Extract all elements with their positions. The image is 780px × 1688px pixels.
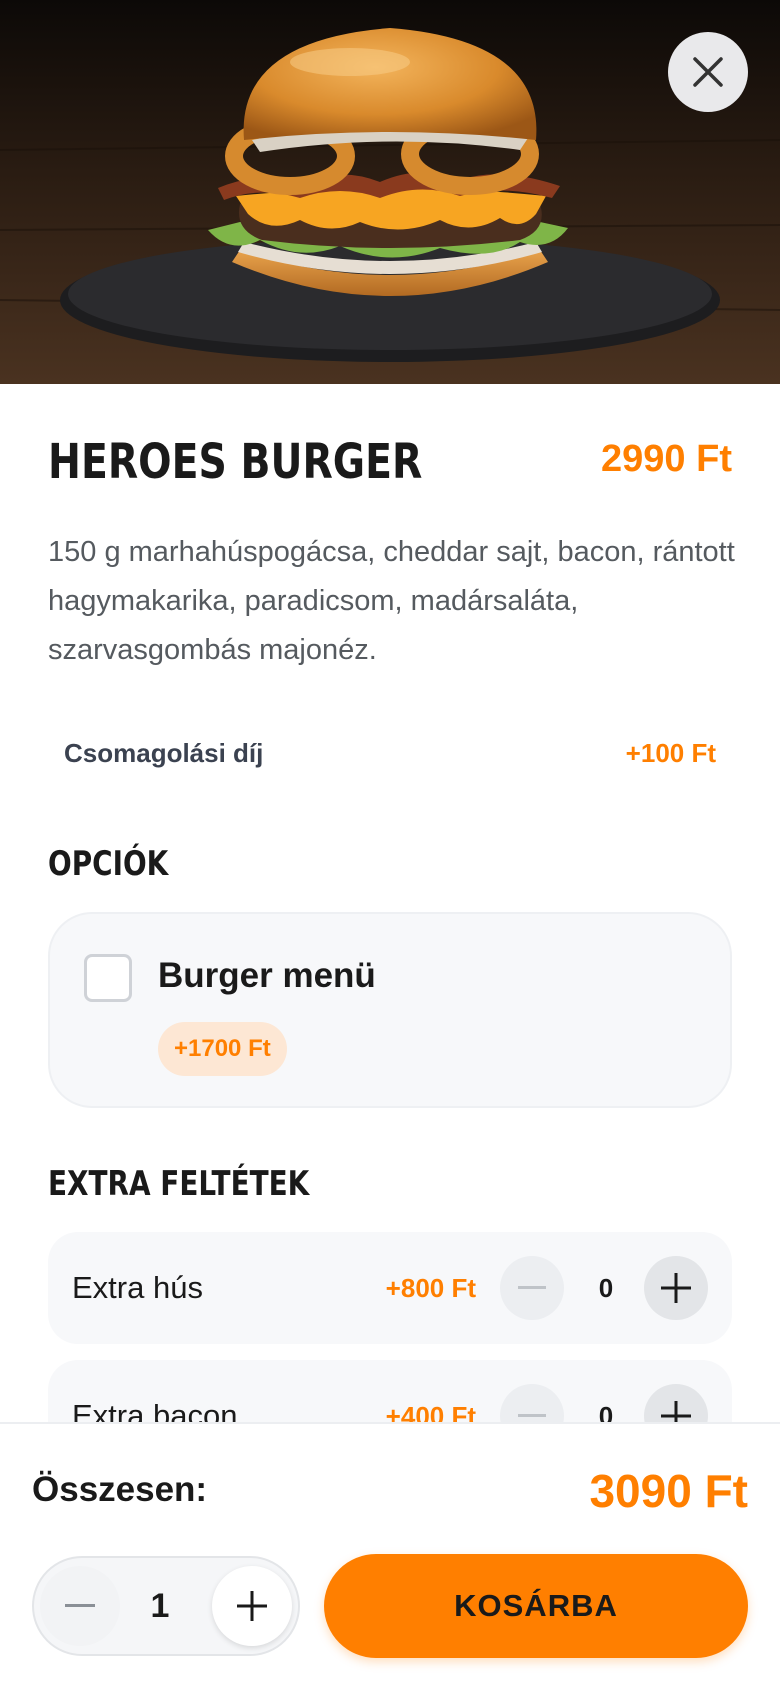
quantity-value: 1 <box>150 1587 170 1625</box>
quantity-stepper: 1 <box>32 1556 300 1656</box>
options-section-title: OPCIÓK <box>48 844 169 884</box>
packaging-fee-price: +100 Ft <box>625 738 716 768</box>
minus-icon <box>518 1414 546 1417</box>
option-card-burger-menu[interactable]: Burger menü +1700 Ft <box>48 912 732 1108</box>
product-price: 2990 Ft <box>601 438 732 480</box>
checkout-bar: Összesen: 3090 Ft 1 KOSÁRBA <box>0 1422 780 1688</box>
close-button[interactable] <box>668 32 748 112</box>
extra-decrement-button[interactable] <box>500 1256 564 1320</box>
plus-icon <box>237 1591 267 1621</box>
total-value: 3090 Ft <box>589 1465 748 1517</box>
close-icon <box>693 57 723 87</box>
product-description: 150 g marhahúspogácsa, cheddar sajt, bac… <box>48 536 735 666</box>
extra-name: Extra hús <box>72 1270 203 1305</box>
minus-icon <box>65 1604 95 1607</box>
quantity-increment-button[interactable] <box>212 1566 292 1646</box>
packaging-fee-label: Csomagolási díj <box>64 738 264 768</box>
burger-photo <box>0 0 780 384</box>
minus-icon <box>518 1286 546 1289</box>
extra-increment-button[interactable] <box>644 1256 708 1320</box>
extra-count: 0 <box>598 1273 614 1303</box>
extras-section-title: EXTRA FELTÉTEK <box>48 1164 310 1204</box>
quantity-decrement-button[interactable] <box>40 1566 120 1646</box>
option-name: Burger menü <box>158 956 376 995</box>
product-title: HEROES BURGER <box>48 434 423 490</box>
plus-icon <box>661 1273 691 1303</box>
extra-price: +800 Ft <box>385 1273 476 1303</box>
packaging-fee-row: Csomagolási díj +100 Ft <box>64 738 716 769</box>
add-to-cart-button[interactable]: KOSÁRBA <box>324 1554 748 1658</box>
total-label: Összesen: <box>32 1470 208 1509</box>
option-checkbox[interactable] <box>84 954 132 1002</box>
option-price-badge: +1700 Ft <box>158 1022 287 1076</box>
product-image <box>0 0 780 384</box>
extra-row-meat: Extra hús +800 Ft 0 <box>48 1232 732 1344</box>
